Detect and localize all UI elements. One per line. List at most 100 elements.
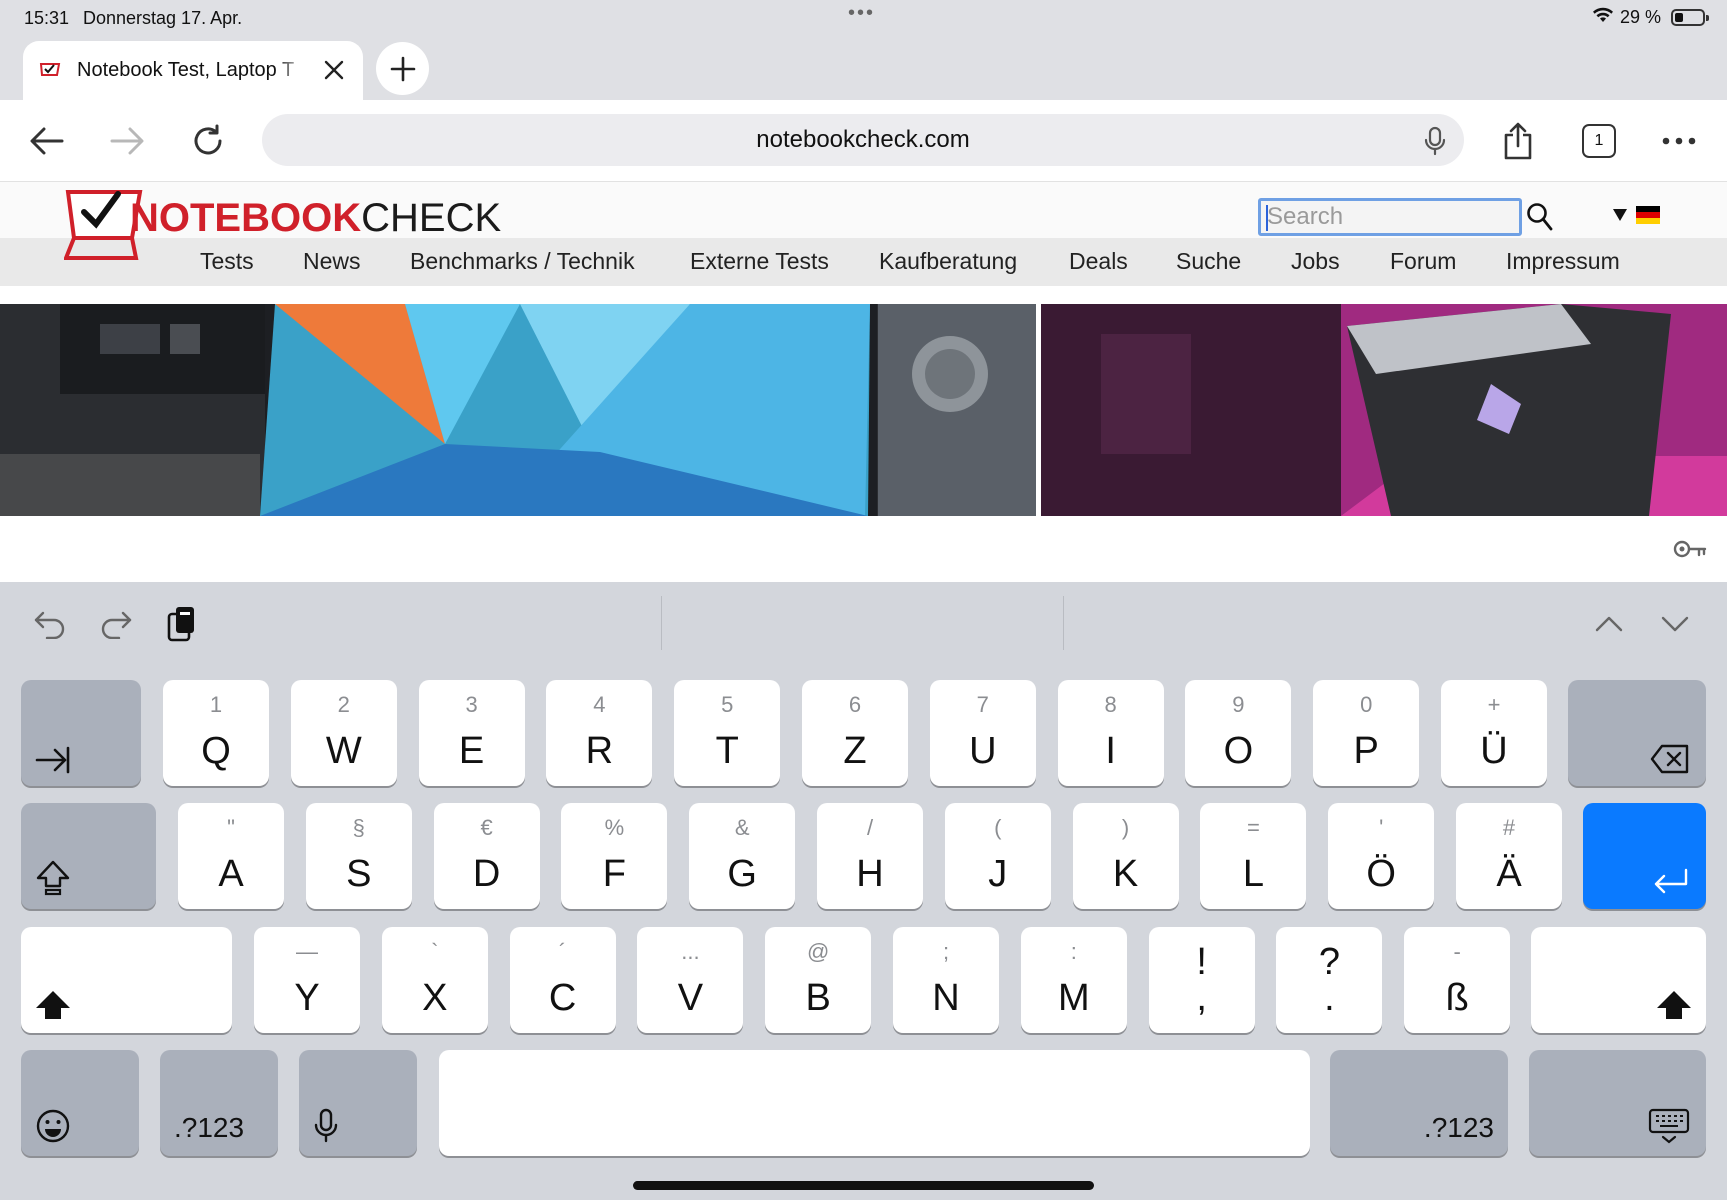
key-f[interactable]: % F [561, 803, 668, 909]
key-ü[interactable]: + Ü [1441, 680, 1547, 786]
key-y[interactable]: — Y [254, 927, 360, 1033]
shift-right-key[interactable] [1531, 927, 1706, 1033]
key-icon[interactable] [1673, 538, 1707, 565]
caps-lock-key[interactable] [21, 803, 156, 909]
key-label: P [1353, 730, 1379, 772]
key-eszett[interactable]: -ß [1404, 927, 1511, 1033]
home-indicator[interactable] [633, 1181, 1094, 1190]
key-c[interactable]: ´ C [509, 927, 616, 1033]
return-key[interactable] [1583, 803, 1706, 909]
key-i[interactable]: 8I [1057, 680, 1164, 786]
dismiss-keyboard-key[interactable] [1529, 1050, 1706, 1156]
nav-item-news[interactable]: News [303, 248, 361, 275]
tab-notebookcheck[interactable]: Notebook Test, Laptop T [23, 41, 363, 100]
close-tab-icon[interactable] [319, 55, 349, 85]
key-k[interactable]: ) K [1072, 803, 1179, 909]
key-x[interactable]: ` X [381, 927, 488, 1033]
key-l[interactable]: = L [1200, 803, 1307, 909]
nav-item-jobs[interactable]: Jobs [1291, 248, 1340, 275]
address-bar[interactable]: notebookcheck.com [262, 114, 1464, 166]
key-label: R [585, 730, 614, 772]
back-button[interactable] [24, 118, 70, 164]
paste-button[interactable] [162, 604, 202, 644]
tab-overview-button[interactable]: 1 [1576, 118, 1622, 164]
shift-left-key[interactable] [21, 927, 232, 1033]
key-n[interactable]: ; N [893, 927, 999, 1033]
key-label: Ü [1480, 730, 1508, 772]
key-r[interactable]: 4R [546, 680, 653, 786]
language-dropdown-icon[interactable] [1612, 208, 1628, 227]
key-w[interactable]: 2W [290, 680, 397, 786]
key-label: G [727, 853, 757, 895]
key-exclamation-comma[interactable]: !, [1148, 927, 1255, 1033]
tab-strip: Notebook Test, Laptop T [0, 34, 1727, 100]
key-label: V [677, 977, 704, 1019]
next-field-button[interactable] [1655, 604, 1695, 644]
tab-key[interactable] [21, 680, 141, 786]
hero-image-gaming-laptop[interactable] [1041, 304, 1727, 516]
key-o[interactable]: 9O [1185, 680, 1292, 786]
more-menu-button[interactable] [1656, 118, 1702, 164]
numbers-key-right[interactable]: .?123 [1330, 1050, 1508, 1156]
nav-item-forum[interactable]: Forum [1390, 248, 1456, 275]
key-m[interactable]: :M [1020, 927, 1127, 1033]
key-ä[interactable]: # Ä [1456, 803, 1562, 909]
space-bar[interactable] [439, 1050, 1310, 1156]
share-icon [1504, 122, 1532, 160]
arrow-left-icon [30, 127, 64, 155]
multitasking-dots[interactable]: ••• [848, 2, 875, 25]
new-tab-button[interactable] [376, 42, 429, 95]
key-p[interactable]: 0P [1313, 680, 1420, 786]
dark-mode-moon-icon[interactable] [1574, 204, 1594, 231]
key-label: N [932, 977, 960, 1019]
key-hint: ´ [558, 939, 567, 964]
key-label: A [218, 853, 244, 895]
key-ö[interactable]: ' Ö [1328, 803, 1435, 909]
nav-item-tests[interactable]: Tests [200, 248, 254, 275]
key-h[interactable]: / H [817, 803, 923, 909]
hero-image-laptop-display[interactable] [0, 304, 1036, 516]
microphone-icon[interactable] [1424, 126, 1446, 163]
redo-button[interactable] [96, 604, 136, 644]
nav-item-suche[interactable]: Suche [1176, 248, 1241, 275]
site-search-input[interactable]: Search [1258, 198, 1522, 236]
previous-field-button[interactable] [1589, 604, 1629, 644]
forward-button[interactable] [104, 118, 150, 164]
status-right: 29 % [1592, 7, 1709, 28]
delete-key[interactable] [1568, 680, 1706, 786]
nav-item-externe-tests[interactable]: Externe Tests [690, 248, 829, 275]
dictation-key[interactable] [299, 1050, 417, 1156]
key-a[interactable]: " A [178, 803, 284, 909]
keyboard-shortcut-bar [0, 582, 1727, 662]
key-j[interactable]: (J [944, 803, 1051, 909]
key-question-period[interactable]: ?. [1276, 927, 1383, 1033]
key-hint: 7 [976, 692, 989, 717]
key-t[interactable]: 5T [674, 680, 781, 786]
key-d[interactable]: € D [433, 803, 540, 909]
tab-count: 1 [1594, 132, 1604, 149]
key-u[interactable]: 7U [929, 680, 1036, 786]
tab-title: Notebook Test, Laptop T [77, 59, 295, 81]
emoji-key[interactable] [21, 1050, 139, 1156]
reload-button[interactable] [185, 118, 231, 164]
status-date: Donnerstag 17. Apr. [83, 8, 243, 28]
key-e[interactable]: 3E [418, 680, 525, 786]
key-label: T [715, 730, 739, 772]
key-b[interactable]: @ B [765, 927, 872, 1033]
key-label: W [325, 730, 362, 772]
share-button[interactable] [1495, 118, 1541, 164]
nav-item-kaufberatung[interactable]: Kaufberatung [879, 248, 1017, 275]
nav-item-deals[interactable]: Deals [1069, 248, 1128, 275]
nav-item-impressum[interactable]: Impressum [1506, 248, 1620, 275]
numbers-key-left[interactable]: .?123 [160, 1050, 278, 1156]
nav-item-benchmarks[interactable]: Benchmarks / Technik [410, 248, 635, 275]
key-s[interactable]: § S [305, 803, 412, 909]
german-flag-icon[interactable] [1636, 206, 1660, 229]
plus-icon [390, 56, 415, 81]
key-v[interactable]: ... V [637, 927, 744, 1033]
key-z[interactable]: 6Z [802, 680, 908, 786]
key-g[interactable]: & G [689, 803, 796, 909]
key-q[interactable]: 1Q [163, 680, 269, 786]
undo-button[interactable] [30, 604, 70, 644]
search-icon[interactable] [1526, 202, 1554, 237]
